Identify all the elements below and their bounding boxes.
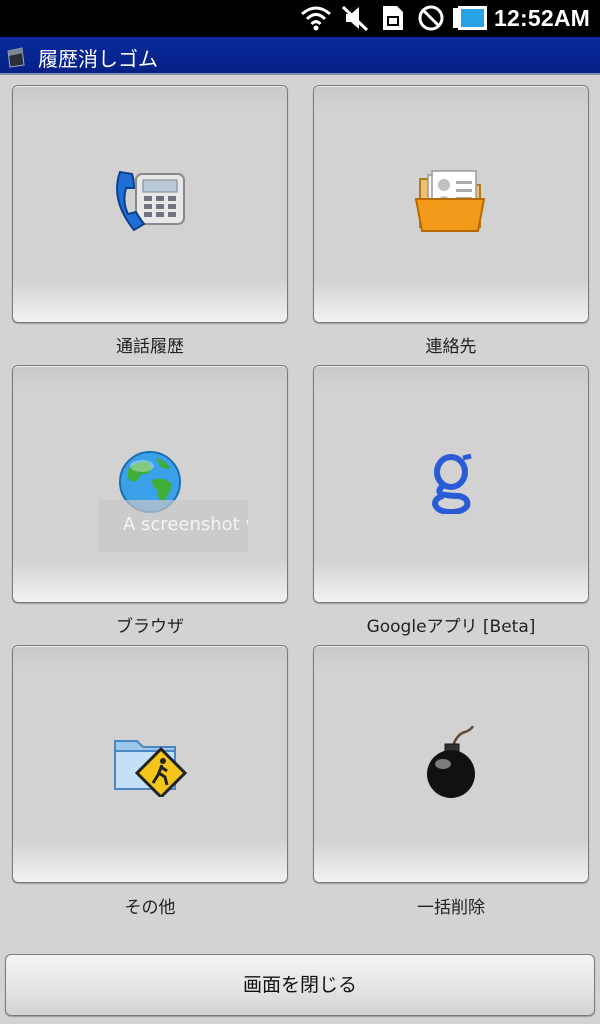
page-title: 履歴消しゴム — [38, 47, 158, 71]
toast-notification: A screenshot was saved — [98, 500, 248, 552]
wifi-icon — [300, 4, 332, 36]
tile-label-call-history: 通話履歴 — [116, 337, 184, 357]
tile-label-contacts: 連絡先 — [425, 337, 477, 357]
google-g-icon — [429, 450, 473, 518]
title-bar: 履歴消しゴム — [0, 37, 600, 75]
tile-others[interactable] — [12, 645, 288, 883]
battery-icon — [452, 4, 488, 36]
sim-card-icon — [380, 4, 406, 36]
tile-label-others: その他 — [124, 898, 176, 918]
folder-pedestrian-icon — [113, 727, 188, 801]
tile-call-history[interactable] — [12, 85, 288, 323]
tile-contacts[interactable] — [313, 85, 589, 323]
no-sign-icon — [417, 4, 445, 36]
eraser-app-icon — [4, 43, 26, 73]
muted-speaker-icon — [340, 4, 370, 36]
tile-delete-all[interactable] — [313, 645, 589, 883]
close-screen-button[interactable]: 画面を閉じる — [5, 954, 595, 1016]
bomb-icon — [421, 724, 481, 804]
tile-label-browser: ブラウザ — [116, 617, 184, 637]
contacts-folder-icon — [414, 169, 488, 239]
tile-label-google-apps: Googleアプリ [Beta] — [366, 617, 536, 637]
status-bar: 12:52AM — [0, 0, 600, 37]
phone-icon — [112, 168, 188, 240]
tile-label-delete-all: 一括削除 — [417, 898, 485, 918]
tile-google-apps[interactable] — [313, 365, 589, 603]
tile-browser[interactable] — [12, 365, 288, 603]
status-clock: 12:52AM — [494, 5, 590, 31]
